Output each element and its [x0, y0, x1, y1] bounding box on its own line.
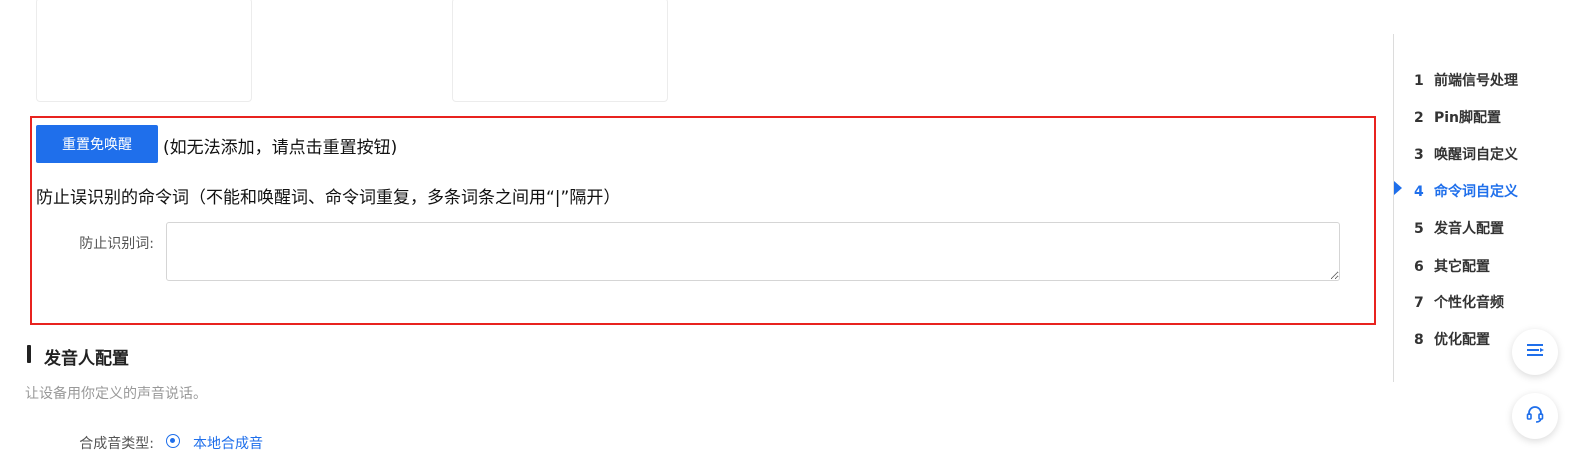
speaker-section-subtitle: 让设备用你定义的声音说话。	[25, 386, 207, 402]
toc-toggle-button[interactable]	[1512, 329, 1558, 375]
toc-item-4[interactable]: 4 命令词自定义	[1414, 181, 1518, 201]
toc-item-7[interactable]: 7 个性化音频	[1414, 292, 1504, 312]
support-button[interactable]	[1512, 393, 1558, 439]
toc-item-1[interactable]: 1 前端信号处理	[1414, 70, 1518, 90]
upload-card-left	[36, 0, 252, 102]
headset-icon	[1525, 404, 1545, 428]
prevent-words-label: 防止识别词:	[79, 236, 154, 252]
reset-hint: (如无法添加，请点击重置按钮)	[163, 138, 398, 158]
reset-wake-button[interactable]: 重置免唤醒	[36, 125, 158, 163]
tts-type-label: 合成音类型:	[79, 436, 154, 452]
toc-item-8[interactable]: 8 优化配置	[1414, 329, 1490, 349]
section-marker	[27, 345, 31, 363]
prevent-description: 防止误识别的命令词（不能和唤醒词、命令词重复，多条词条之间用“|”隔开）	[36, 188, 621, 208]
tts-local-radio[interactable]	[166, 434, 180, 448]
toc-item-5[interactable]: 5 发音人配置	[1414, 218, 1504, 238]
toc-item-3[interactable]: 3 唤醒词自定义	[1414, 144, 1518, 164]
toc-item-6[interactable]: 6 其它配置	[1414, 256, 1490, 276]
prevent-words-input[interactable]	[166, 222, 1340, 281]
list-icon	[1526, 342, 1544, 362]
triangle-right-icon	[1394, 181, 1402, 195]
tts-local-option[interactable]: 本地合成音	[193, 433, 263, 453]
speaker-section-title: 发音人配置	[44, 349, 129, 369]
toc-item-2[interactable]: 2 Pin脚配置	[1414, 107, 1501, 127]
upload-card-right	[452, 0, 668, 102]
toc-divider	[1393, 34, 1394, 382]
